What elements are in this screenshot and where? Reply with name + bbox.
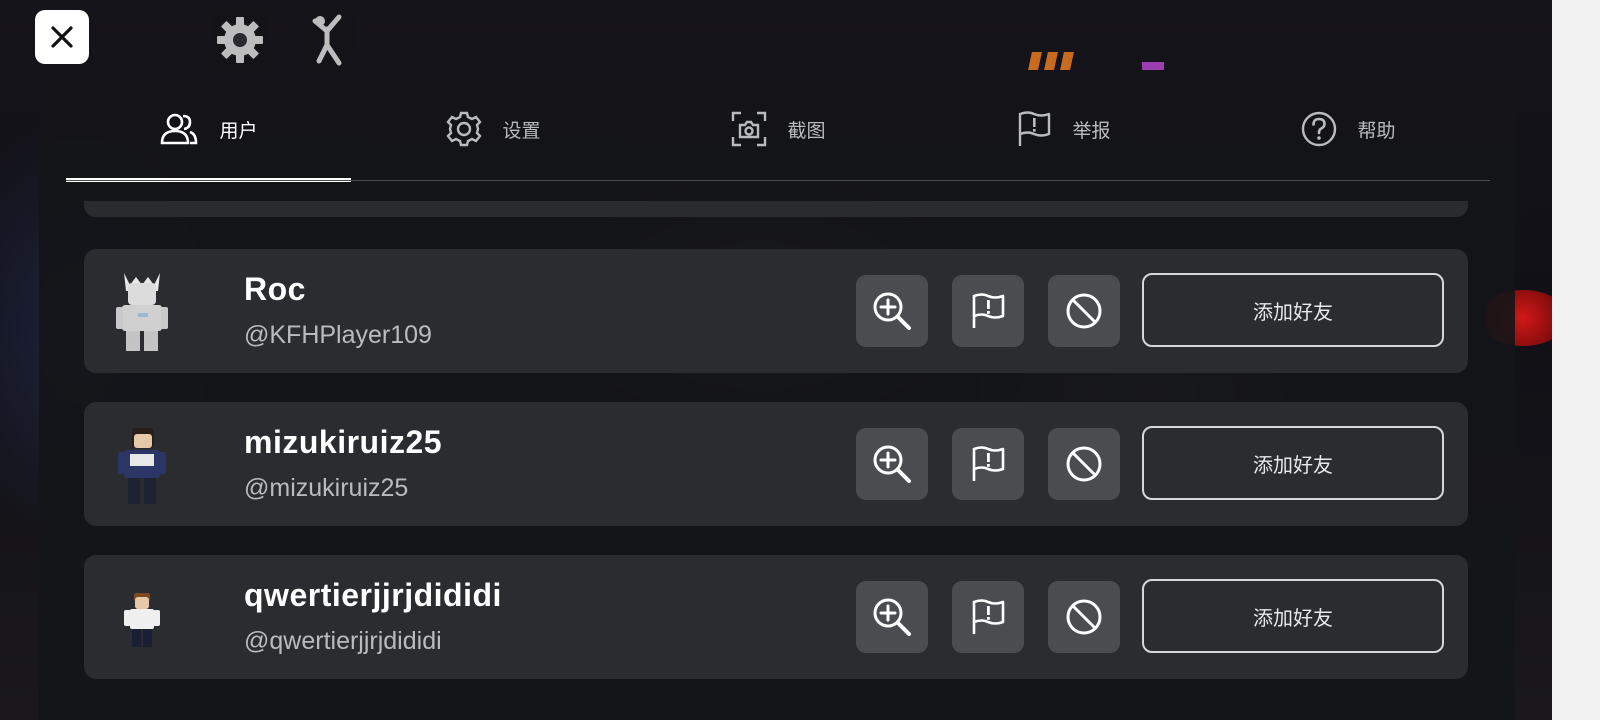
player-avatar xyxy=(116,273,168,351)
player-row: Roc @KFHPlayer109 添加好友 xyxy=(84,249,1468,373)
tab-divider xyxy=(66,180,1490,181)
tab-label: 用户 xyxy=(219,120,258,142)
background-light xyxy=(1044,52,1058,70)
zoom-in-icon xyxy=(873,598,911,636)
settings-shortcut-button[interactable] xyxy=(210,10,270,70)
block-button[interactable] xyxy=(1048,428,1120,500)
player-username: @qwertierjjrjdididi xyxy=(244,627,442,655)
close-icon xyxy=(51,26,73,48)
tab-users[interactable]: 用户 xyxy=(66,77,351,182)
tab-screenshot[interactable]: 截图 xyxy=(636,77,921,181)
report-button[interactable] xyxy=(952,428,1024,500)
player-row: qwertierjjrjdididi @qwertierjjrjdididi 添… xyxy=(84,555,1468,679)
tab-settings[interactable]: 设置 xyxy=(351,77,636,181)
dancing-figure-icon xyxy=(312,14,342,66)
add-friend-button[interactable]: 添加好友 xyxy=(1142,273,1444,347)
flag-icon xyxy=(972,293,1005,328)
background-wall xyxy=(1552,0,1600,720)
zoom-in-icon xyxy=(873,445,911,483)
menu-panel: 用户 设置 截图 举报 帮助 Roc @KFHPlayer109 添加好友 mi… xyxy=(39,77,1515,720)
flag-icon xyxy=(972,446,1005,481)
gear-icon xyxy=(446,111,483,147)
screenshot-icon xyxy=(732,111,767,147)
player-avatar xyxy=(118,428,166,504)
player-display-name: qwertierjjrjdididi xyxy=(244,577,502,613)
report-button[interactable] xyxy=(952,581,1024,653)
gear-icon xyxy=(217,17,263,63)
close-button[interactable] xyxy=(35,10,89,64)
users-icon xyxy=(161,113,198,145)
block-button[interactable] xyxy=(1048,581,1120,653)
tab-report[interactable]: 举报 xyxy=(921,77,1206,181)
player-display-name: mizukiruiz25 xyxy=(244,424,443,460)
player-username: @KFHPlayer109 xyxy=(244,321,432,349)
zoom-in-icon xyxy=(873,292,911,330)
tab-label: 帮助 xyxy=(1357,120,1396,142)
block-icon xyxy=(1066,446,1102,482)
add-friend-button[interactable]: 添加好友 xyxy=(1142,426,1444,500)
inspect-button[interactable] xyxy=(856,581,928,653)
inspect-button[interactable] xyxy=(856,275,928,347)
block-button[interactable] xyxy=(1048,275,1120,347)
background-light xyxy=(1060,52,1074,70)
tab-bar: 用户 设置 截图 举报 帮助 xyxy=(66,77,1491,182)
add-friend-button[interactable]: 添加好友 xyxy=(1142,579,1444,653)
block-icon xyxy=(1066,599,1102,635)
player-row: mizukiruiz25 @mizukiruiz25 添加好友 xyxy=(84,402,1468,526)
block-icon xyxy=(1066,293,1102,329)
emote-button[interactable] xyxy=(297,10,357,70)
player-username: @mizukiruiz25 xyxy=(244,474,409,502)
tab-label: 截图 xyxy=(787,120,826,142)
player-row-partial xyxy=(84,201,1468,217)
tab-label: 举报 xyxy=(1072,120,1111,142)
player-avatar xyxy=(124,593,160,647)
flag-icon xyxy=(1019,111,1051,146)
report-button[interactable] xyxy=(952,275,1024,347)
tab-label: 设置 xyxy=(502,120,541,142)
background-light xyxy=(1028,52,1042,70)
player-display-name: Roc xyxy=(244,271,306,307)
inspect-button[interactable] xyxy=(856,428,928,500)
tab-help[interactable]: 帮助 xyxy=(1206,77,1491,181)
background-object xyxy=(1142,62,1164,70)
help-icon xyxy=(1302,111,1337,147)
flag-icon xyxy=(972,599,1005,634)
